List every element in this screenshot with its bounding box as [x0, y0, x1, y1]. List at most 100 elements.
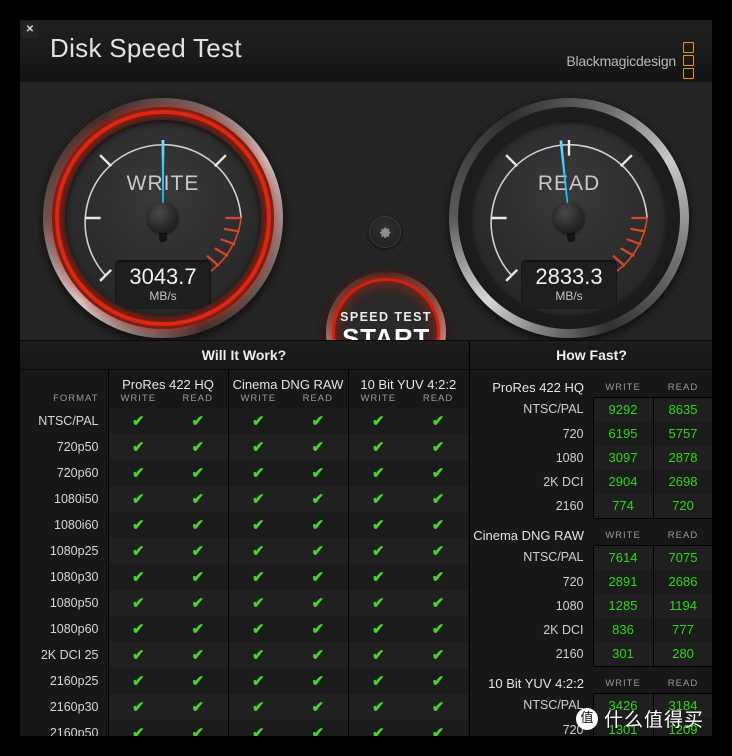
- check-icon: ✔: [107, 486, 168, 512]
- write-dial-face: WRITE 3043.7 MB/s: [65, 120, 261, 316]
- read-speed-value: 2878: [652, 445, 712, 470]
- read-value: 2833.3: [535, 264, 603, 289]
- codec-group-header: 10 Bit YUV 4:2:2 WRITE READ: [470, 666, 712, 693]
- column-header-write: WRITE: [605, 381, 641, 393]
- write-speed-value: 836: [592, 617, 653, 642]
- check-icon: ✔: [227, 408, 289, 434]
- check-icon: ✔: [408, 512, 469, 538]
- read-speed-value: 7075: [652, 544, 712, 570]
- write-speed-value: 3097: [592, 445, 653, 470]
- check-icon: ✔: [288, 590, 349, 616]
- check-icon: ✔: [288, 408, 349, 434]
- column-header-read: READ: [667, 530, 699, 541]
- table-row: 2K DCI 836 777: [470, 617, 712, 642]
- brand-name: Blackmagicdesign: [566, 52, 676, 69]
- format-label: 720p60: [56, 466, 99, 480]
- disk-speed-test-window: ✕ Disk Speed Test Blackmagicdesign 3043.…: [20, 20, 712, 736]
- table-row: 720 6195 5757: [470, 421, 712, 446]
- column-header-read: READ: [422, 393, 454, 404]
- read-needle-hub: [554, 203, 584, 233]
- table-row: NTSC/PAL 9292 8635: [470, 396, 712, 422]
- read-speed-value: 280: [652, 641, 712, 667]
- will-it-work-title: Will It Work?: [20, 341, 468, 370]
- resolution-label: 1080: [555, 598, 584, 613]
- column-header-read: READ: [302, 393, 333, 404]
- write-speed-value: 2904: [592, 469, 653, 494]
- column-header-read: READ: [667, 381, 699, 393]
- how-fast-title: How Fast?: [470, 341, 712, 370]
- table-row: 1080 1285 1194: [470, 593, 712, 618]
- column-header-write: WRITE: [605, 678, 641, 689]
- format-label: 1080i60: [54, 518, 99, 532]
- read-speed-value: 720: [652, 493, 712, 519]
- write-gauge: WRITE 3043.7 MB/s: [43, 98, 283, 338]
- will-it-work-table: ProRes 422 HQ Cinema DNG RAW 10 Bit YUV 4:…: [20, 370, 469, 736]
- format-label: 1080p25: [49, 544, 99, 558]
- check-icon: ✔: [347, 408, 409, 434]
- check-icon: ✔: [227, 590, 289, 616]
- table-row: 720 2891 2686: [470, 569, 712, 594]
- blackmagic-squares-icon: [683, 42, 694, 79]
- check-icon: ✔: [107, 434, 168, 460]
- codec-group-label: 10 Bit YUV 4:2:2: [488, 676, 584, 691]
- check-icon: ✔: [168, 720, 229, 736]
- check-icon: ✔: [288, 720, 349, 736]
- check-icon: ✔: [168, 408, 229, 434]
- settings-button[interactable]: [369, 216, 401, 248]
- start-button-sublabel: SPEED TEST: [340, 310, 432, 324]
- resolution-label: 720: [562, 426, 584, 441]
- codec-group-label: ProRes 422 HQ: [492, 380, 584, 395]
- table-row: 2160p30 ✔ ✔ ✔ ✔ ✔ ✔: [20, 694, 469, 720]
- check-icon: ✔: [288, 642, 349, 668]
- read-speed-value: 2686: [652, 569, 712, 594]
- check-icon: ✔: [168, 668, 229, 694]
- table-row: 2K DCI 2904 2698: [470, 469, 712, 494]
- check-icon: ✔: [168, 512, 229, 538]
- column-header-write: WRITE: [107, 392, 168, 408]
- resolution-label: 2160: [555, 646, 584, 661]
- check-icon: ✔: [408, 538, 469, 564]
- read-speed-value: 5757: [652, 421, 712, 446]
- check-icon: ✔: [227, 616, 289, 642]
- codec-header-spacer: [20, 370, 108, 392]
- resolution-label: 2K DCI: [543, 474, 584, 489]
- check-icon: ✔: [408, 616, 469, 642]
- check-icon: ✔: [347, 720, 409, 736]
- format-label: NTSC/PAL: [38, 414, 99, 428]
- codec-group-header: ProRes 422 HQ WRITE READ: [470, 370, 712, 397]
- check-icon: ✔: [408, 486, 469, 512]
- check-icon: ✔: [288, 460, 349, 486]
- check-icon: ✔: [168, 486, 229, 512]
- close-icon[interactable]: ✕: [22, 22, 38, 38]
- check-icon: ✔: [288, 434, 349, 460]
- codec-header: ProRes 422 HQ: [107, 370, 229, 392]
- read-value-box: 2833.3 MB/s: [521, 260, 617, 310]
- write-value: 3043.7: [129, 264, 197, 289]
- check-icon: ✔: [107, 590, 168, 616]
- table-row: 2K DCI 25 ✔ ✔ ✔ ✔ ✔ ✔: [20, 642, 469, 668]
- write-speed-value: 6195: [592, 421, 653, 446]
- check-icon: ✔: [227, 486, 289, 512]
- check-icon: ✔: [227, 538, 289, 564]
- read-gauge-label: READ: [537, 172, 601, 195]
- column-header-read: READ: [667, 678, 699, 689]
- format-label: 2160p25: [49, 674, 99, 688]
- check-icon: ✔: [107, 668, 168, 694]
- check-icon: ✔: [347, 460, 409, 486]
- format-column-header: FORMAT: [53, 393, 99, 404]
- read-speed-value: 1194: [652, 593, 712, 618]
- resolution-label: NTSC/PAL: [523, 550, 584, 565]
- write-speed-value: 9292: [592, 396, 653, 422]
- will-it-work-header: ProRes 422 HQ Cinema DNG RAW 10 Bit YUV 4:…: [20, 370, 469, 408]
- check-icon: ✔: [168, 590, 229, 616]
- check-icon: ✔: [347, 642, 409, 668]
- format-label: 1080p50: [49, 596, 99, 610]
- resolution-label: NTSC/PAL: [523, 698, 584, 713]
- format-label: 1080i50: [54, 492, 99, 506]
- check-icon: ✔: [227, 642, 289, 668]
- write-unit: MB/s: [149, 289, 177, 304]
- check-icon: ✔: [227, 720, 289, 736]
- column-header-write: WRITE: [347, 392, 409, 408]
- brand-logo: Blackmagicdesign: [566, 42, 694, 79]
- column-header-write: WRITE: [605, 530, 641, 541]
